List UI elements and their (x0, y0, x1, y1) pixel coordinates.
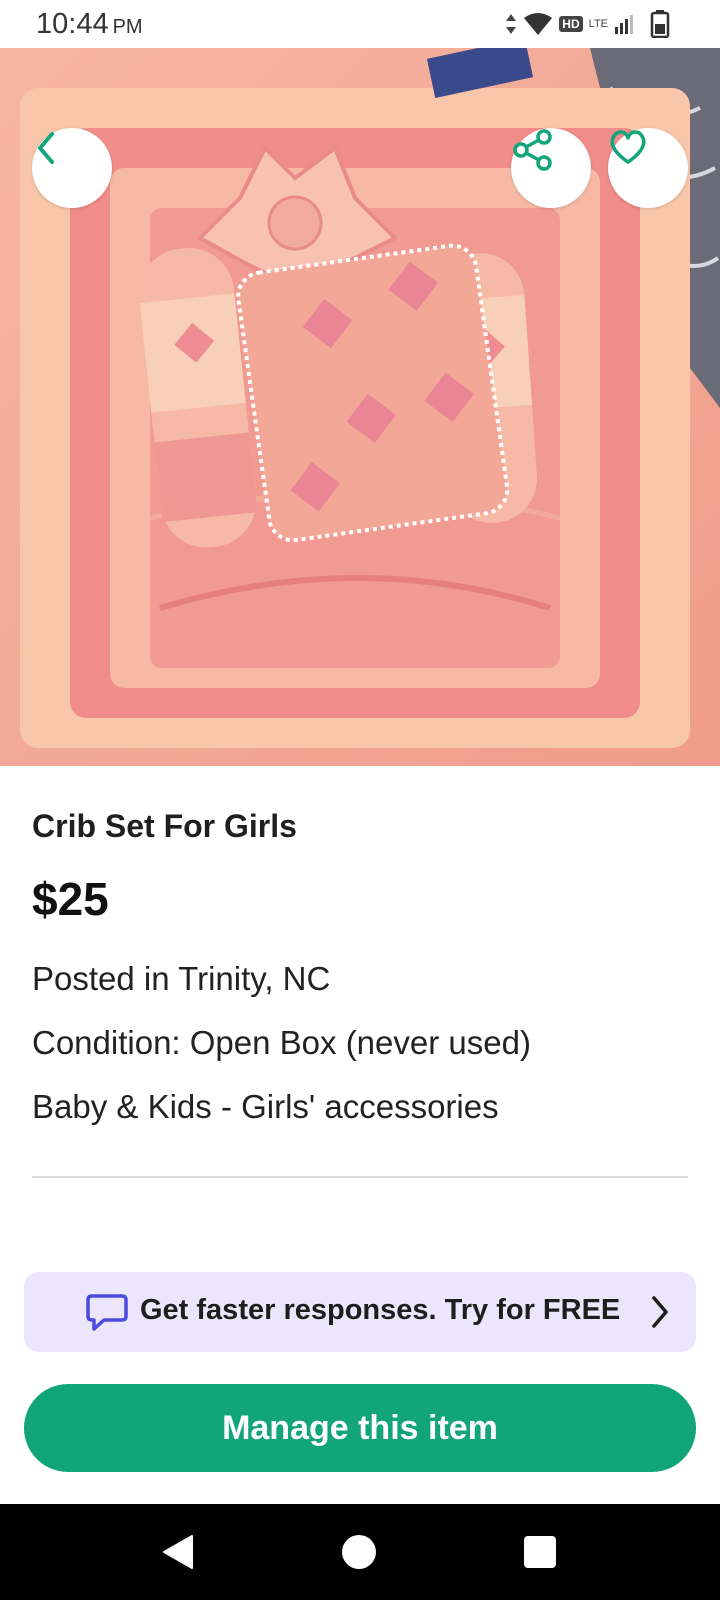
wifi-icon (524, 13, 553, 35)
product-photo[interactable] (0, 48, 720, 766)
chevron-right-icon (652, 1296, 668, 1328)
status-time-ampm: PM (112, 16, 143, 38)
share-icon (513, 129, 552, 171)
hd-badge: HD (559, 16, 583, 32)
status-icons: HD LTE (505, 10, 670, 38)
nav-home-icon[interactable] (342, 1535, 376, 1569)
favorite-button[interactable] (608, 128, 688, 208)
promo-text: Get faster responses. Try for FREE (140, 1294, 621, 1326)
status-time: 10:44 PM (36, 8, 143, 41)
manage-item-button[interactable]: Manage this item (24, 1384, 696, 1472)
heart-icon (610, 130, 646, 164)
battery-icon (650, 10, 670, 38)
back-button[interactable] (32, 128, 112, 208)
status-time-value: 10:44 (36, 8, 109, 40)
faster-responses-banner[interactable]: Get faster responses. Try for FREE (24, 1272, 696, 1352)
listing-condition: Condition: Open Box (never used) (32, 1024, 531, 1061)
nav-back-icon[interactable] (162, 1534, 194, 1570)
nav-recents-icon[interactable] (524, 1536, 556, 1568)
listing-location: Posted in Trinity, NC (32, 960, 331, 997)
share-button[interactable] (511, 128, 591, 208)
chat-bubble-icon (86, 1294, 128, 1331)
system-nav-bar (0, 1504, 720, 1600)
listing-price: $25 (32, 873, 109, 925)
data-arrows-icon (506, 14, 517, 34)
divider (32, 1176, 688, 1178)
signal-icon (615, 15, 633, 34)
listing-category: Baby & Kids - Girls' accessories (32, 1088, 499, 1125)
back-chevron-icon (38, 132, 54, 164)
status-bar: 10:44 PM HD LTE (0, 0, 720, 48)
listing-title: Crib Set For Girls (32, 808, 297, 844)
lte-label: LTE (588, 18, 608, 30)
